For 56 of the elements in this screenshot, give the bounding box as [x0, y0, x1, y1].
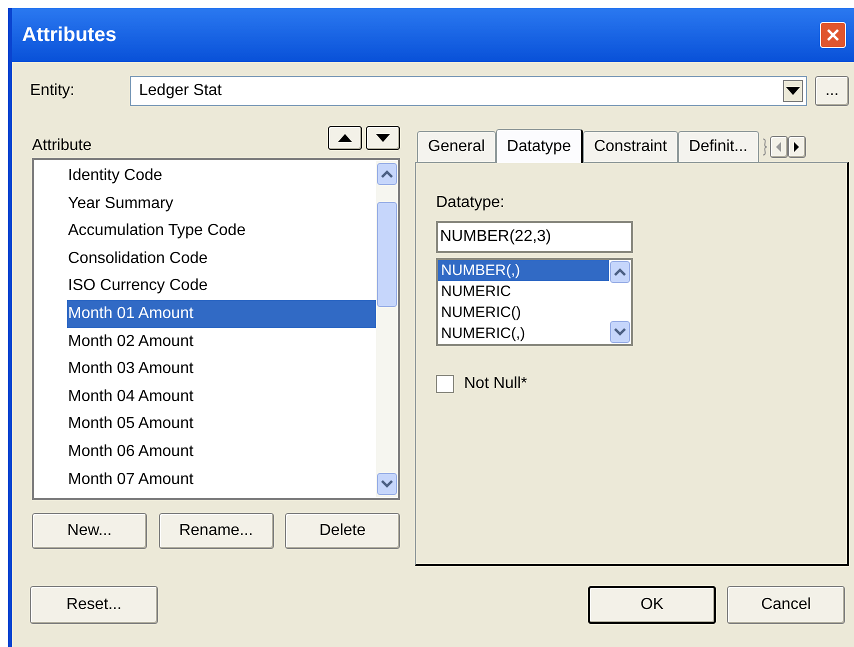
attribute-item[interactable]: Consolidation Code: [67, 244, 376, 272]
triangle-up-icon: [338, 134, 352, 142]
dialog-button[interactable]: Cancel: [727, 586, 845, 624]
list-action-button[interactable]: New...: [32, 513, 147, 549]
attribute-item[interactable]: ISO Currency Code: [67, 272, 376, 300]
tab[interactable]: Datatype: [496, 129, 583, 163]
attribute-item[interactable]: Month 05 Amount: [67, 410, 376, 438]
tab[interactable]: Definit...: [678, 131, 759, 162]
attribute-label: Attribute: [32, 136, 92, 156]
attribute-item[interactable]: Accumulation Type Code: [67, 217, 376, 245]
chevron-down-icon: [614, 328, 626, 336]
datatype-label: Datatype:: [436, 193, 506, 213]
attribute-item[interactable]: Month 06 Amount: [67, 438, 376, 466]
move-down-button[interactable]: [366, 126, 400, 150]
scroll-up-button[interactable]: [377, 163, 397, 185]
triangle-right-icon: [794, 142, 800, 152]
close-button[interactable]: [820, 22, 846, 48]
entity-dropdown[interactable]: Ledger Stat: [130, 76, 807, 106]
tab-scroll-left-button[interactable]: [770, 136, 788, 158]
chevron-up-icon: [614, 268, 626, 276]
datatype-option[interactable]: NUMERIC(,): [438, 323, 609, 344]
tab-scroll-right-button[interactable]: [788, 136, 806, 158]
close-icon: [826, 28, 840, 42]
tab[interactable]: General: [417, 131, 496, 162]
checkbox[interactable]: [436, 375, 454, 393]
chevron-down-icon: [381, 480, 393, 488]
list-action-button[interactable]: Rename...: [158, 513, 274, 549]
triangle-left-icon: [776, 142, 782, 152]
chevron-up-icon: [381, 170, 393, 178]
attribute-item[interactable]: Month 07 Amount: [67, 466, 376, 494]
datatype-option[interactable]: NUMBER(,): [438, 260, 609, 281]
datatype-input[interactable]: NUMBER(22,3): [436, 221, 633, 253]
not-null-label: Not Null*: [464, 374, 528, 394]
attribute-item[interactable]: Month 03 Amount: [67, 355, 376, 383]
attribute-item[interactable]: Month 04 Amount: [67, 382, 376, 410]
datatype-option[interactable]: NUMERIC(): [438, 302, 609, 323]
dialog-button[interactable]: Reset...: [30, 586, 158, 624]
caret-icon: [786, 87, 800, 95]
triangle-down-icon: [376, 134, 390, 142]
scroll-down-button[interactable]: [610, 321, 630, 343]
attribute-item[interactable]: Identity Code: [67, 162, 376, 190]
entity-label: Entity:: [30, 81, 76, 101]
tab[interactable]: Constraint: [582, 131, 678, 162]
scroll-down-button[interactable]: [377, 473, 397, 495]
browse-button[interactable]: ...: [815, 76, 849, 106]
dialog-button[interactable]: OK: [588, 586, 716, 624]
attribute-item[interactable]: Month 01 Amount: [67, 300, 376, 328]
scroll-thumb[interactable]: [377, 202, 397, 306]
move-up-button[interactable]: [328, 126, 362, 150]
attribute-item[interactable]: Year Summary: [67, 190, 376, 218]
attribute-item[interactable]: Month 02 Amount: [67, 328, 376, 356]
scroll-up-button[interactable]: [610, 261, 630, 283]
tab-overflow-icon: [762, 138, 768, 156]
list-action-button[interactable]: Delete: [285, 513, 400, 549]
window-title: Attributes: [22, 23, 116, 48]
datatype-option[interactable]: NUMERIC: [438, 281, 609, 302]
